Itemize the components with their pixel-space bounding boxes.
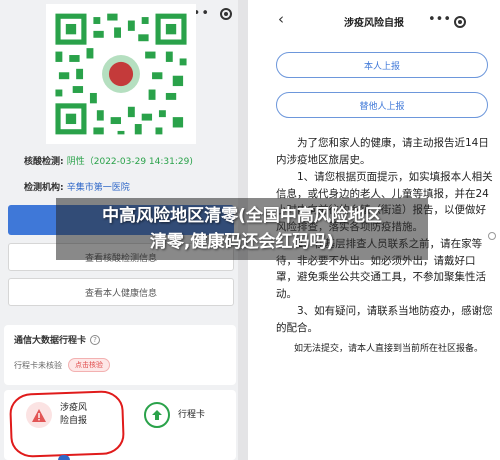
nucleic-test-result: 阴性（2022-03-29 14:31:29): [66, 157, 193, 167]
banner-line-2: 清零,健康码还会红码吗): [149, 232, 335, 252]
article-title-banner: 中高风险地区清零(全国中高风险地区 清零,健康码还会红码吗): [56, 198, 428, 260]
trip-card-title: 通信大数据行程卡: [14, 336, 87, 346]
highlight-annotation: [8, 390, 126, 458]
arrow-up-icon: [144, 402, 170, 428]
trip-card-entry[interactable]: 行程卡: [144, 402, 205, 428]
header: ‹ 涉疫风险自报 •••: [248, 0, 500, 36]
help-icon[interactable]: ?: [90, 334, 101, 345]
trip-status-row: 行程卡未核验 点击核验: [14, 358, 226, 372]
notice-paragraph: 3、如有疑问，请联系当地防疫办，感谢您的配合。: [276, 305, 493, 334]
mini-program-close-icon[interactable]: [454, 16, 466, 28]
footnote: 如无法提交，请本人直接到当前所在社区报备。: [294, 344, 484, 354]
proxy-report-button[interactable]: 替他人上报: [276, 92, 488, 118]
health-qr-code: [46, 4, 196, 144]
test-institution-label: 检测机构:: [24, 183, 64, 193]
banner-line-1: 中高风险地区清零(全国中高风险地区: [102, 206, 382, 226]
test-institution-value: 辛集市第一医院: [66, 183, 130, 193]
qr-code-icon: [52, 10, 190, 138]
trip-card-label: 行程卡: [178, 409, 206, 420]
more-icon[interactable]: •••: [428, 12, 451, 27]
test-institution-row: 检测机构: 辛集市第一医院: [24, 180, 130, 193]
view-health-info-button[interactable]: 查看本人健康信息: [8, 278, 234, 306]
tab-indicator: [58, 455, 70, 460]
trip-card: 通信大数据行程卡 ? 行程卡未核验 点击核验: [4, 325, 236, 385]
trip-status: 行程卡未核验: [14, 360, 62, 370]
trip-card-header: 通信大数据行程卡 ?: [14, 333, 226, 346]
mini-program-close-icon[interactable]: [220, 7, 232, 20]
verify-trip-button[interactable]: 点击核验: [68, 358, 110, 372]
nucleic-test-label: 核酸检测:: [24, 157, 64, 167]
scroll-indicator-icon: [488, 232, 496, 240]
notice-paragraph: 为了您和家人的健康，请主动报告近14日内涉疫地区旅居史。: [276, 137, 489, 166]
nucleic-test-row: 核酸检测: 阴性（2022-03-29 14:31:29): [24, 154, 193, 167]
self-report-button[interactable]: 本人上报: [276, 52, 488, 78]
